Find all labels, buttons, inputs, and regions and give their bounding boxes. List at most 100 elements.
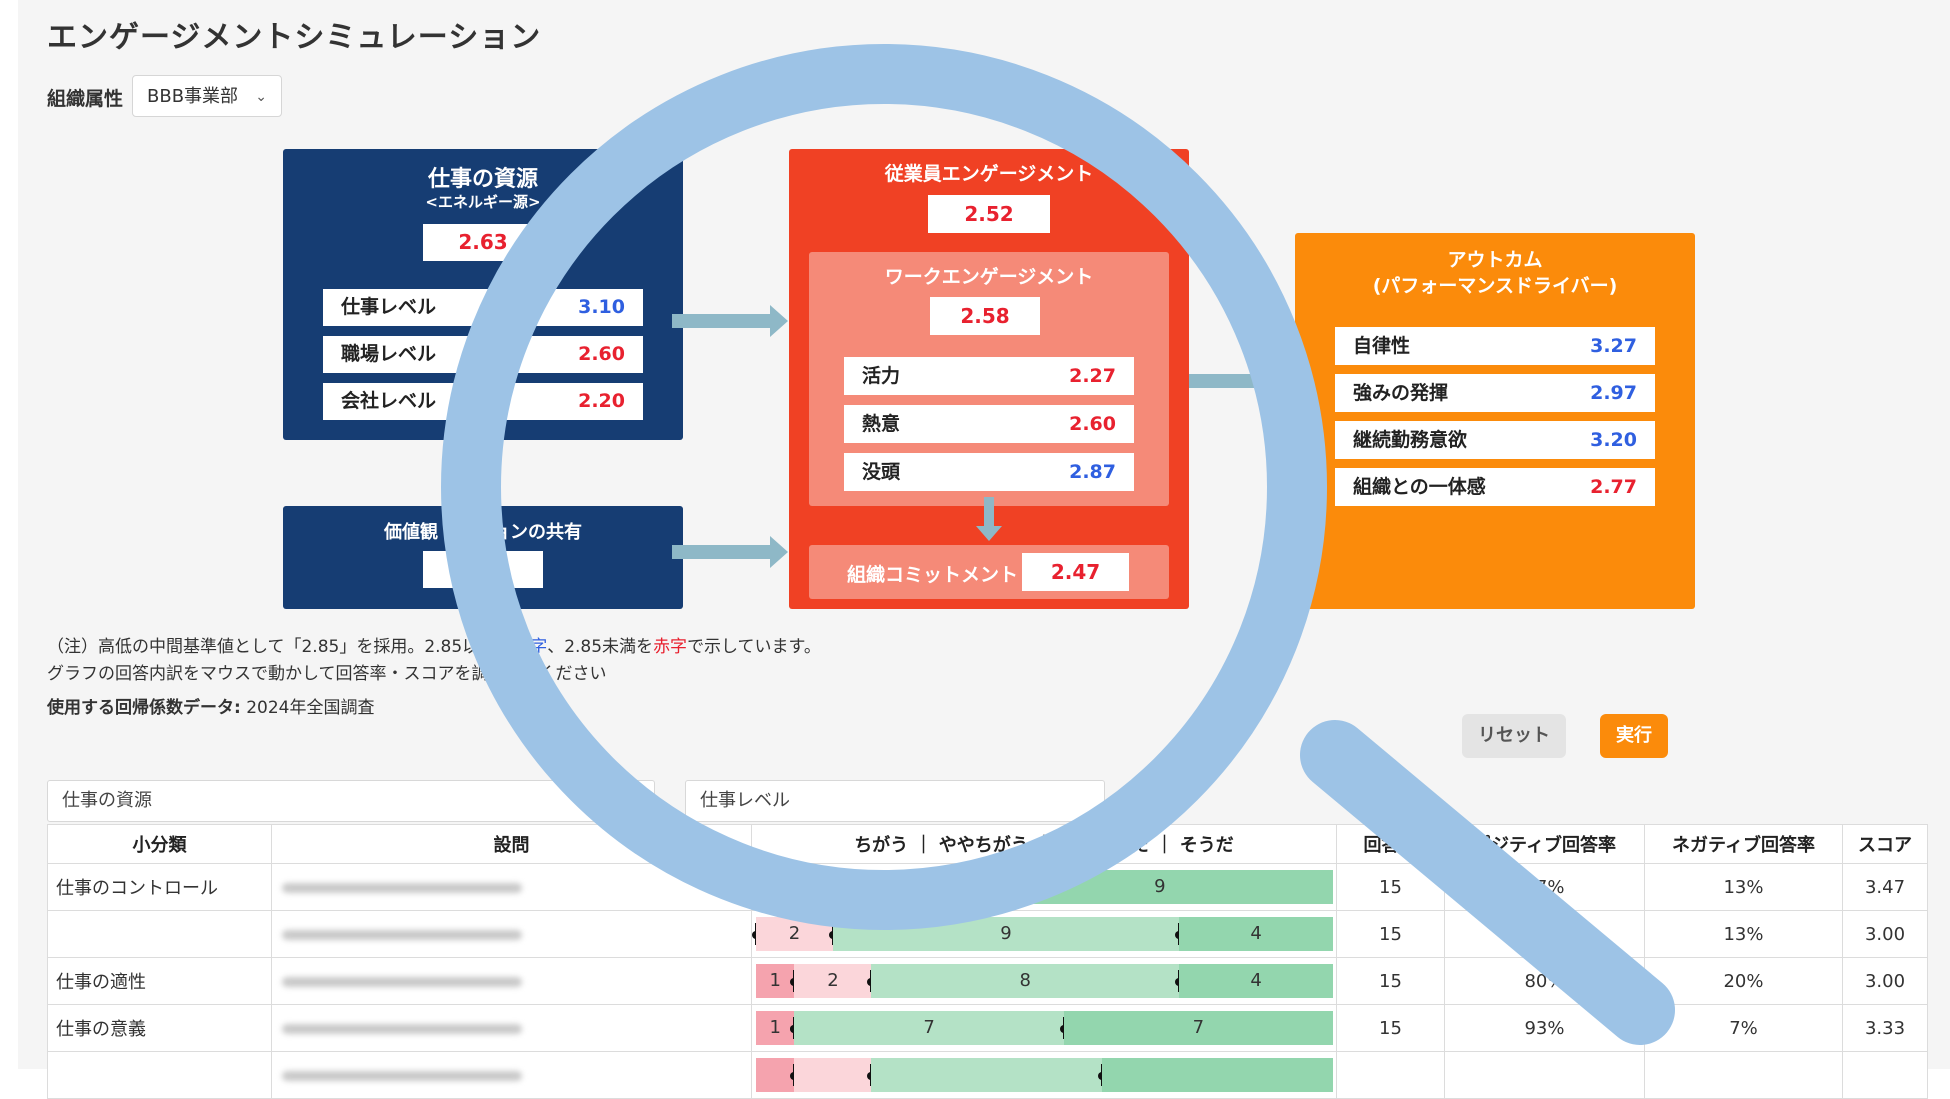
response-segment	[794, 1058, 872, 1092]
response-segment: 1	[756, 964, 795, 998]
resource-row-value: 2.20	[578, 390, 625, 412]
note-text: 、2.85未満を	[547, 637, 654, 657]
outcome-box: アウトカム (パフォーマンスドライバー) 自律性 3.27 強みの発揮 2.97…	[1295, 233, 1695, 609]
response-segment: 9	[986, 870, 1333, 904]
work-row-vigor[interactable]: 活力 2.27	[844, 357, 1134, 395]
response-segment: 4	[1179, 964, 1333, 998]
negative-rate-cell: 13%	[1644, 863, 1843, 911]
work-row-absorption[interactable]: 没頭 2.87	[844, 453, 1134, 491]
response-count-cell: 15	[1336, 863, 1445, 911]
positive-rate-cell: 80%	[1444, 957, 1645, 1005]
reset-button[interactable]: リセット	[1462, 714, 1566, 758]
col-header-subcategory[interactable]: 小分類	[47, 824, 272, 864]
org-attribute-select[interactable]: BBB事業部 ⌄	[132, 75, 282, 117]
job-resources-box: 仕事の資源 <エネルギー源> 2.63 仕事レベル 3.10 職場レベル 2.6…	[283, 149, 683, 440]
response-distribution-bar[interactable]: 1284	[756, 964, 1333, 998]
work-row-value: 2.60	[1069, 413, 1116, 435]
response-segment: 4	[1179, 917, 1333, 951]
subcategory-cell: 仕事のコントロール	[47, 863, 272, 911]
outcome-row-label: 強みの発揮	[1353, 382, 1449, 404]
subcategory-cell: 仕事の適性	[47, 957, 272, 1005]
org-attribute-label: 組織属性	[47, 88, 124, 110]
run-button[interactable]: 実行	[1600, 714, 1668, 758]
employee-engagement-title: 従業員エンゲージメント	[884, 163, 1094, 185]
resource-row-company[interactable]: 会社レベル 2.20	[323, 383, 643, 420]
score-cell: 3.33	[1842, 1004, 1928, 1052]
response-count-cell: 15	[1336, 910, 1445, 958]
response-bar-cell[interactable]	[751, 1051, 1337, 1099]
org-commitment-label: 組織コミットメント	[847, 564, 1019, 586]
blurred-question-text	[282, 929, 522, 940]
response-segment: 2	[794, 964, 872, 998]
arrow-right-icon	[672, 305, 788, 337]
level-filter-select[interactable]: 仕事レベル	[685, 780, 1105, 822]
col-header-scale[interactable]: ちがう ｜ ややちがう ｜ まあそうだ ｜ そうだ	[751, 824, 1337, 864]
col-header-question[interactable]: 設問	[271, 824, 752, 864]
response-segment: 8	[871, 964, 1180, 998]
outcome-row-strengths[interactable]: 強みの発揮 2.97	[1335, 374, 1655, 412]
resource-row-job[interactable]: 仕事レベル 3.10	[323, 289, 643, 326]
resource-row-label: 仕事レベル	[341, 296, 437, 318]
negative-rate-cell: 20%	[1644, 957, 1843, 1005]
score-cell: 3.00	[1842, 957, 1928, 1005]
outcome-row-retention[interactable]: 継続勤務意欲 3.20	[1335, 421, 1655, 459]
resource-row-workplace[interactable]: 職場レベル 2.60	[323, 336, 643, 373]
positive-rate-cell: 87%	[1444, 910, 1645, 958]
response-segment: 7	[794, 1011, 1064, 1045]
org-commitment-box[interactable]: 組織コミットメント 2.47	[809, 545, 1169, 599]
response-count-cell: 15	[1336, 1004, 1445, 1052]
response-bar-cell[interactable]: 1077	[751, 1004, 1337, 1052]
category-filter-select[interactable]: 仕事の資源	[47, 780, 655, 822]
outcome-title: アウトカム	[1447, 249, 1543, 271]
score-cell: 3.47	[1842, 863, 1928, 911]
resource-row-label: 職場レベル	[341, 343, 437, 365]
response-segment: 2	[756, 917, 833, 951]
table-row: 仕事の意義 10771593%7%3.33	[47, 1004, 1928, 1052]
positive-rate-cell: 93%	[1444, 1004, 1645, 1052]
col-header-count[interactable]: 回答数	[1336, 824, 1445, 864]
work-row-value: 2.27	[1069, 365, 1116, 387]
job-resources-score: 2.63	[423, 224, 543, 261]
table-row: 仕事の適性 1 2 8 4 15 80% 20% 3.00	[47, 957, 1928, 1005]
outcome-row-autonomy[interactable]: 自律性 3.27	[1335, 327, 1655, 365]
response-bar-cell[interactable]: 249	[751, 863, 1337, 911]
instruction-note: グラフの回答内訳をマウスで動かして回答率・スコアを調整してください	[47, 664, 607, 684]
resource-row-value: 2.60	[578, 343, 625, 365]
note-text: （注）高低の中間基準値として「2.85」を採用。2.85以上を	[47, 637, 514, 657]
work-row-dedication[interactable]: 熱意 2.60	[844, 405, 1134, 443]
response-bar-cell[interactable]: 294	[751, 910, 1337, 958]
outcome-row-label: 自律性	[1353, 335, 1411, 357]
regression-data-note: 使用する回帰係数データ: 2024年全国調査	[47, 693, 374, 718]
response-distribution-bar[interactable]: 294	[752, 917, 1333, 951]
negative-rate-cell	[1644, 1051, 1843, 1099]
response-distribution-bar[interactable]	[756, 1058, 1333, 1092]
response-bar-cell[interactable]: 1284	[751, 957, 1337, 1005]
note-blue-text: 青字	[513, 637, 548, 657]
subcategory-cell	[47, 910, 272, 958]
table-header-row: 小分類 設問 ちがう ｜ ややちがう ｜ まあそうだ ｜ そうだ 回答数 ポジテ…	[47, 824, 1928, 864]
response-count-cell	[1336, 1051, 1445, 1099]
work-row-label: 熱意	[862, 413, 901, 435]
response-segment	[871, 1058, 1103, 1092]
negative-rate-cell: 7%	[1644, 1004, 1843, 1052]
blurred-question-text	[282, 882, 522, 893]
col-header-score[interactable]: スコア	[1842, 824, 1928, 864]
values-vision-score	[423, 551, 543, 588]
response-distribution-bar[interactable]: 1077	[756, 1011, 1333, 1045]
outcome-row-value: 3.20	[1590, 429, 1637, 451]
blurred-question-text	[282, 1070, 522, 1081]
col-header-negative-rate[interactable]: ネガティブ回答率	[1644, 824, 1843, 864]
col-header-positive-rate[interactable]: ポジティブ回答率	[1444, 824, 1645, 864]
response-distribution-bar[interactable]: 249	[752, 870, 1333, 904]
org-commitment-score: 2.47	[1022, 553, 1129, 591]
threshold-note: （注）高低の中間基準値として「2.85」を採用。2.85以上を青字、2.85未満…	[47, 632, 821, 657]
note-red-text: 赤字	[653, 637, 688, 657]
score-cell	[1842, 1051, 1928, 1099]
table-row: 仕事のコントロール 2 4 9 15 87% 13% 3.47	[47, 863, 1928, 911]
note-text: で示しています。	[687, 637, 821, 657]
outcome-row-value: 2.77	[1590, 476, 1637, 498]
work-engagement-score: 2.58	[930, 297, 1040, 335]
employee-engagement-score: 2.52	[928, 195, 1050, 233]
outcome-row-unity[interactable]: 組織との一体感 2.77	[1335, 468, 1655, 506]
response-segment: 7	[1063, 1011, 1333, 1045]
